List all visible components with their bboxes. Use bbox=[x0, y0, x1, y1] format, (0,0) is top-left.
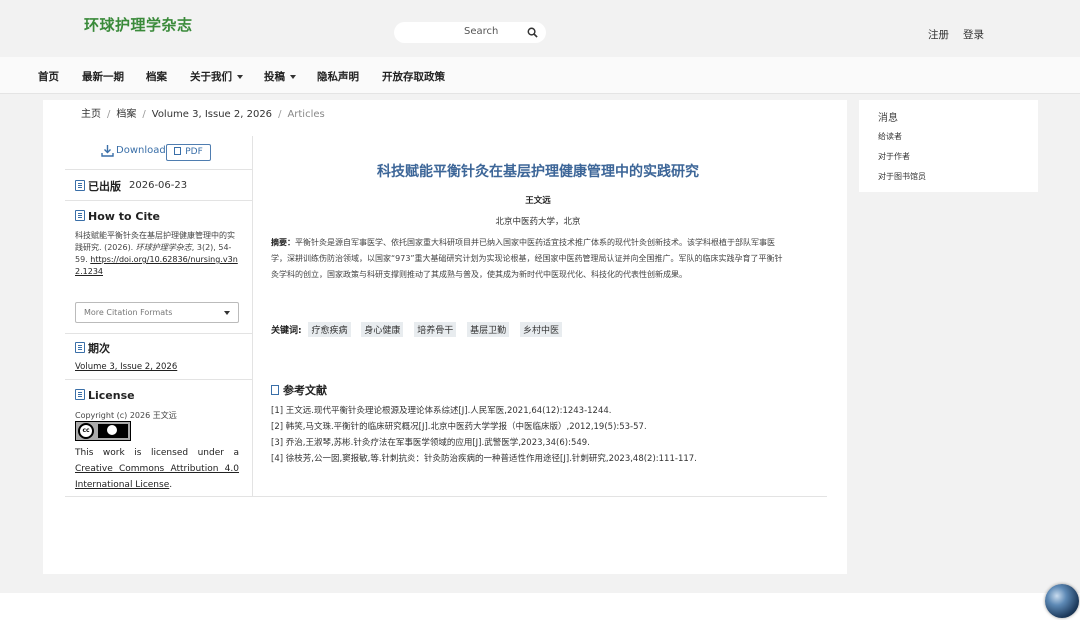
issue-link[interactable]: Volume 3, Issue 2, 2026 bbox=[75, 362, 177, 372]
chevron-down-icon bbox=[237, 75, 243, 79]
how-to-cite-heading-text: How to Cite bbox=[88, 210, 160, 223]
breadcrumb-separator: / bbox=[107, 109, 111, 120]
register-link[interactable]: 注册 bbox=[928, 27, 949, 42]
pdf-icon bbox=[174, 147, 182, 155]
breadcrumb-home[interactable]: 主页 bbox=[81, 109, 101, 120]
article-title: 科技赋能平衡针灸在基层护理健康管理中的实践研究 bbox=[377, 164, 699, 180]
download-icon[interactable] bbox=[101, 144, 114, 157]
search-label[interactable]: Search bbox=[464, 26, 498, 37]
nav-open-access[interactable]: 开放存取政策 bbox=[382, 69, 445, 84]
breadcrumb: 主页 / 档案 / Volume 3, Issue 2, 2026 / Articles bbox=[81, 105, 325, 120]
reference-item: [4] 徐枝芳,公一囡,窦报敏,等.针刺抗炎：针灸防治疾病的一种普适性作用途径[… bbox=[271, 454, 697, 464]
doi-link[interactable]: https://doi.org/10.62836/nursing.v3n2.12… bbox=[75, 255, 238, 276]
published-heading-text: 已出版 bbox=[88, 180, 121, 193]
document-icon bbox=[75, 180, 85, 191]
nav-about-label: 关于我们 bbox=[190, 71, 232, 83]
license-text: This work is licensed under a Creative C… bbox=[75, 445, 239, 493]
nav-archive[interactable]: 档案 bbox=[146, 69, 167, 84]
keyword-tag: 基层卫勤 bbox=[467, 322, 510, 337]
abstract-text: 平衡针灸是源自军事医学、依托国家重大科研项目并已纳入国家中医药适宜技术推广体系的… bbox=[271, 238, 783, 279]
copyright-text: Copyright (c) 2026 王文远 bbox=[75, 411, 177, 420]
footer bbox=[0, 593, 1080, 620]
issue-icon bbox=[75, 342, 85, 353]
article-body: 科技赋能平衡针灸在基层护理健康管理中的实践研究 王文远 北京中医药大学，北京 摘… bbox=[253, 136, 827, 496]
divider bbox=[65, 379, 252, 380]
breadcrumb-issue[interactable]: Volume 3, Issue 2, 2026 bbox=[152, 109, 272, 120]
citation-journal: 环球护理学杂志 bbox=[135, 243, 192, 252]
divider bbox=[65, 200, 252, 201]
abstract-label: 摘要： bbox=[271, 238, 295, 247]
references-heading-text: 参考文献 bbox=[283, 384, 327, 397]
citation-text: 科技赋能平衡针灸在基层护理健康管理中的实践研究. (2026). 环球护理学杂志… bbox=[75, 230, 240, 278]
nav-home[interactable]: 首页 bbox=[38, 69, 59, 84]
nav-about[interactable]: 关于我们 bbox=[190, 69, 243, 84]
cc-by-icon bbox=[98, 424, 128, 438]
keyword-tag: 乡村中医 bbox=[520, 322, 563, 337]
license-heading: License bbox=[75, 389, 135, 402]
keyword-tag: 身心健康 bbox=[361, 322, 404, 337]
license-heading-text: License bbox=[88, 389, 135, 402]
issue-heading-text: 期次 bbox=[88, 342, 110, 355]
article-abstract: 摘要：平衡针灸是源自军事医学、依托国家重大科研项目并已纳入国家中医药适宜技术推广… bbox=[271, 235, 786, 283]
issue-heading: 期次 bbox=[75, 340, 110, 356]
divider bbox=[65, 169, 252, 170]
keyword-tag: 疗愈疾病 bbox=[308, 322, 351, 337]
cc-logo-icon: cc bbox=[78, 423, 94, 439]
chevron-down-icon bbox=[224, 311, 230, 315]
references-heading: 参考文献 bbox=[271, 382, 327, 398]
site-title[interactable]: 环球护理学杂志 bbox=[84, 14, 193, 35]
breadcrumb-current: Articles bbox=[287, 109, 325, 120]
breadcrumb-separator: / bbox=[278, 109, 282, 120]
nav-current[interactable]: 最新一期 bbox=[82, 69, 124, 84]
nav-privacy[interactable]: 隐私声明 bbox=[317, 69, 359, 84]
published-heading: 已出版 bbox=[75, 178, 121, 194]
search-icon[interactable] bbox=[527, 27, 538, 38]
sidebar-link-authors[interactable]: 对于作者 bbox=[878, 151, 910, 162]
how-to-cite-heading: How to Cite bbox=[75, 210, 160, 223]
main-nav: 首页 最新一期 档案 关于我们 投稿 隐私声明 开放存取政策 bbox=[0, 57, 1080, 94]
info-sidebar: 消息 给读者 对于作者 对于图书馆员 bbox=[859, 100, 1038, 192]
citation-format-select[interactable]: More Citation Formats bbox=[75, 302, 239, 323]
keywords-label: 关键词: bbox=[271, 326, 302, 336]
download-link[interactable]: Download bbox=[116, 145, 166, 156]
citation-icon bbox=[75, 210, 85, 221]
chevron-down-icon bbox=[290, 75, 296, 79]
license-link[interactable]: Creative Commons Attribution 4.0 Interna… bbox=[75, 464, 239, 490]
keywords: 关键词: 疗愈疾病 身心健康 培养骨干 基层卫勤 乡村中医 bbox=[271, 322, 570, 337]
sidebar-title: 消息 bbox=[878, 113, 898, 124]
article-author: 王文远 bbox=[525, 196, 551, 206]
sidebar-link-librarians[interactable]: 对于图书馆员 bbox=[878, 171, 926, 182]
globe-icon[interactable] bbox=[1045, 584, 1079, 618]
divider bbox=[65, 333, 252, 334]
attribution-icon bbox=[107, 425, 117, 435]
breadcrumb-archive[interactable]: 档案 bbox=[116, 109, 136, 120]
article-affiliation: 北京中医药大学，北京 bbox=[495, 217, 581, 227]
reference-item: [1] 王文远.现代平衡针灸理论根源及理论体系综述[J].人民军医,2021,6… bbox=[271, 406, 612, 416]
sidebar-link-readers[interactable]: 给读者 bbox=[878, 131, 902, 142]
license-text-after: . bbox=[169, 480, 173, 490]
article-details-sidebar: Download PDF 已出版 2026-06-23 How to Cite … bbox=[65, 136, 253, 496]
login-link[interactable]: 登录 bbox=[963, 27, 984, 42]
keyword-tag: 培养骨干 bbox=[414, 322, 457, 337]
citation-format-label: More Citation Formats bbox=[84, 308, 173, 317]
reference-item: [2] 韩笑,马文珠.平衡针的临床研究概况[J].北京中医药大学学报（中医临床版… bbox=[271, 422, 647, 432]
divider bbox=[65, 496, 827, 497]
cc-license-badge[interactable]: cc bbox=[75, 421, 131, 441]
search-box[interactable]: Search bbox=[394, 22, 546, 43]
reference-item: [3] 乔治,王淑琴,苏彬.针灸疗法在军事医学领域的应用[J].武警医学,202… bbox=[271, 438, 590, 448]
nav-submit-label: 投稿 bbox=[264, 71, 285, 83]
pdf-label: PDF bbox=[185, 147, 203, 157]
pdf-button[interactable]: PDF bbox=[166, 144, 211, 161]
breadcrumb-separator: / bbox=[142, 109, 146, 120]
site-header: 环球护理学杂志 Search 注册 登录 bbox=[0, 0, 1080, 57]
references-list: [1] 王文远.现代平衡针灸理论根源及理论体系综述[J].人民军医,2021,6… bbox=[271, 403, 811, 467]
main-content: 主页 / 档案 / Volume 3, Issue 2, 2026 / Articles D… bbox=[43, 100, 847, 574]
bookmark-icon bbox=[271, 385, 279, 395]
license-icon bbox=[75, 389, 85, 400]
nav-submit[interactable]: 投稿 bbox=[264, 69, 296, 84]
license-text-before: This work is licensed under a bbox=[75, 448, 239, 458]
published-date: 2026-06-23 bbox=[129, 180, 188, 191]
